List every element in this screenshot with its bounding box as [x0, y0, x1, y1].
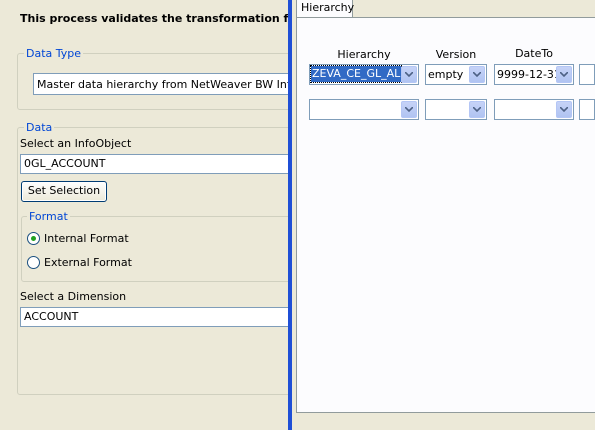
chevron-down-icon[interactable] — [469, 66, 485, 83]
hierarchy-column-header: Hierarchy — [337, 48, 391, 61]
chevron-down-icon[interactable] — [401, 66, 417, 83]
dimension-field[interactable]: ACCOUNT — [20, 307, 292, 327]
hierarchy-combo-value: ZEVA_CE_GL_ALL — [310, 65, 402, 83]
version-combo[interactable]: empty — [425, 64, 487, 85]
chevron-down-icon[interactable] — [556, 66, 572, 83]
dateto-combo[interactable]: 9999-12-31 — [494, 64, 574, 85]
set-selection-button[interactable]: Set Selection — [21, 181, 107, 202]
row1-extra-field[interactable] — [579, 64, 595, 85]
data-type-legend: Data Type — [24, 47, 84, 60]
row2-extra-field[interactable] — [579, 99, 595, 120]
chevron-down-icon[interactable] — [401, 101, 417, 118]
infoobject-label: Select an InfoObject — [20, 137, 132, 150]
external-format-radio[interactable] — [27, 256, 40, 269]
process-description: This process validates the transformatio… — [20, 12, 290, 25]
hierarchy-combo[interactable]: ZEVA_CE_GL_ALL — [309, 64, 419, 85]
dateto-column-header: DateTo — [515, 47, 553, 60]
radio-selected-dot — [31, 236, 36, 241]
hierarchy-combo-row2[interactable] — [309, 99, 419, 120]
tab-hierarchy[interactable]: Hierarchy — [296, 0, 354, 17]
dimension-label: Select a Dimension — [20, 290, 127, 303]
chevron-down-icon[interactable] — [556, 101, 572, 118]
version-column-header: Version — [435, 48, 477, 61]
dateto-combo-row2[interactable] — [494, 99, 574, 120]
format-group — [21, 216, 292, 282]
version-combo-row2[interactable] — [425, 99, 487, 120]
dialog-frame-border — [288, 0, 292, 430]
data-legend: Data — [24, 121, 55, 134]
internal-format-label[interactable]: Internal Format — [44, 232, 129, 245]
format-legend: Format — [27, 210, 70, 223]
dateto-combo-value: 9999-12-31 — [497, 68, 561, 81]
internal-format-radio[interactable] — [27, 232, 40, 245]
external-format-label[interactable]: External Format — [44, 256, 132, 269]
data-type-select[interactable]: Master data hierarchy from NetWeaver BW … — [33, 73, 292, 95]
infoobject-field[interactable]: 0GL_ACCOUNT — [20, 154, 292, 174]
version-combo-value: empty — [428, 68, 464, 81]
chevron-down-icon[interactable] — [469, 101, 485, 118]
